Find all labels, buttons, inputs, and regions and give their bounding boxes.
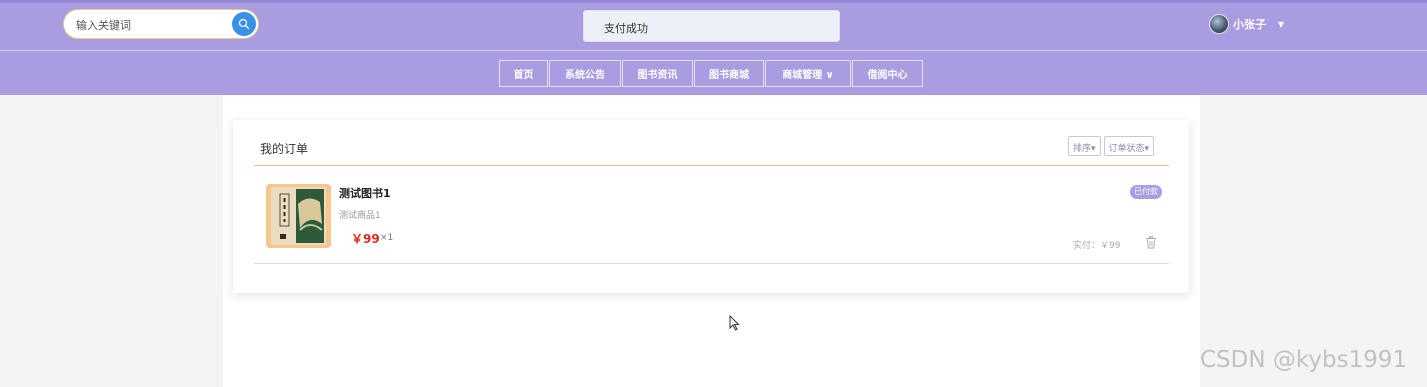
avatar[interactable]: [1209, 14, 1229, 34]
product-name[interactable]: 测试图书1: [339, 185, 391, 201]
header-divider: [0, 50, 1427, 51]
search-button[interactable]: [232, 12, 256, 36]
product-price: ￥99: [351, 232, 380, 246]
username[interactable]: 小张子: [1233, 16, 1266, 32]
trash-icon[interactable]: [1145, 236, 1157, 249]
search-bar: [63, 9, 259, 39]
header-top-stripe: [0, 0, 1427, 3]
top-header: 支付成功 小张子 ▼ 首页 系统公告 图书资讯 图书商城 商城管理 ∨ 借阅中心: [0, 0, 1427, 95]
user-menu[interactable]: 小张子 ▼: [1209, 13, 1284, 35]
caret-down-icon[interactable]: ▼: [1278, 20, 1284, 29]
nav-item-book-news[interactable]: 图书资讯: [622, 60, 693, 87]
book-cover-image[interactable]: [266, 184, 331, 248]
status-badge: 已付款: [1130, 185, 1162, 199]
order-filters: 排序▾ 订单状态▾: [1065, 136, 1155, 156]
search-input[interactable]: [76, 16, 226, 34]
orders-title: 我的订单: [260, 142, 309, 156]
title-divider: [254, 165, 1169, 166]
orders-card: 我的订单 排序▾ 订单状态▾ 测试图书1 测试商品1 ￥99 ×1 已付款 实付…: [233, 120, 1189, 293]
order-status-dropdown[interactable]: 订单状态▾: [1103, 136, 1155, 156]
main-nav: 首页 系统公告 图书资讯 图书商城 商城管理 ∨ 借阅中心: [499, 60, 924, 87]
nav-item-home[interactable]: 首页: [499, 60, 548, 87]
watermark: CSDN @kybs1991: [1200, 347, 1408, 373]
nav-item-book-mall[interactable]: 图书商城: [694, 60, 764, 87]
amount-paid: 实付：￥99: [1073, 241, 1121, 251]
product-description: 测试商品1: [339, 211, 381, 221]
search-icon: [238, 18, 250, 30]
nav-item-borrow-center[interactable]: 借阅中心: [852, 60, 923, 87]
sort-dropdown[interactable]: 排序▾: [1068, 136, 1101, 156]
payment-success-toast: 支付成功: [583, 10, 840, 42]
nav-item-mall-management[interactable]: 商城管理 ∨: [765, 60, 851, 87]
product-quantity: ×1: [380, 233, 394, 243]
order-item: 测试图书1 测试商品1 ￥99 ×1 已付款 实付：￥99: [254, 170, 1169, 264]
mouse-cursor-icon: [729, 315, 740, 331]
nav-item-announcements[interactable]: 系统公告: [549, 60, 621, 87]
